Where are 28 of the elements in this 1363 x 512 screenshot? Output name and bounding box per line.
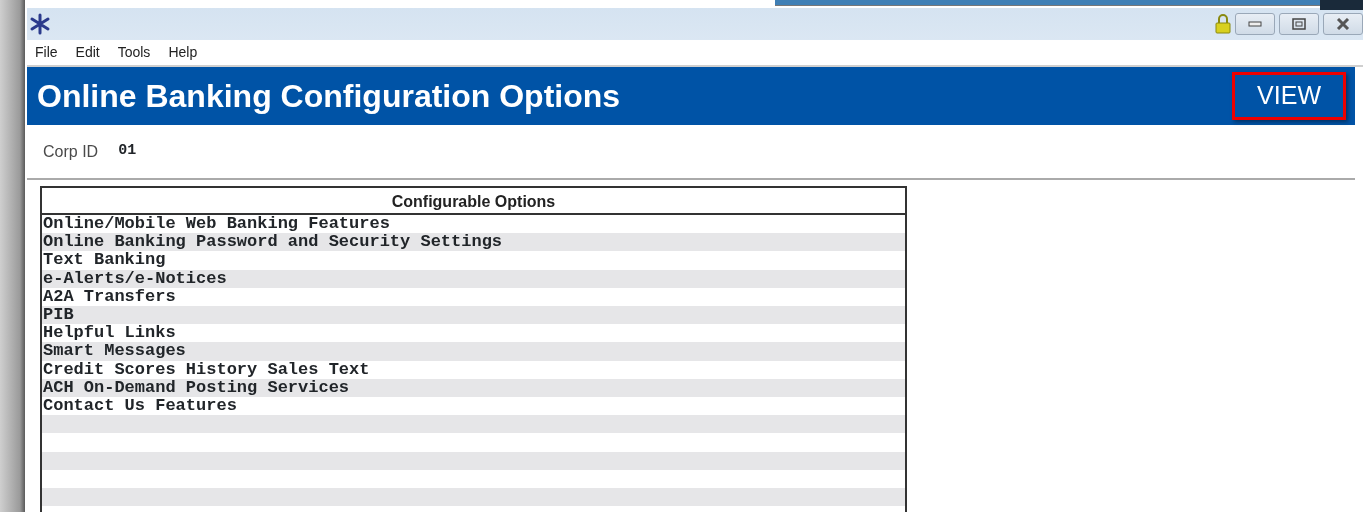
menu-item[interactable]: Edit	[75, 42, 100, 63]
option-item[interactable]: Credit Scores History Sales Text	[43, 360, 370, 379]
view-button[interactable]: VIEW	[1232, 72, 1346, 120]
option-item[interactable]: Contact Us Features	[43, 396, 237, 415]
option-item[interactable]: Text Banking	[43, 251, 166, 270]
page-title: Online Banking Configuration Options	[37, 76, 621, 116]
option-item[interactable]: PIB	[43, 305, 74, 324]
menu-item[interactable]: File	[35, 42, 58, 63]
option-item[interactable]: Helpful Links	[43, 324, 176, 343]
option-item[interactable]: A2A Transfers	[43, 287, 176, 306]
minimize-button[interactable]	[1235, 13, 1275, 35]
menu-item[interactable]: Help	[168, 42, 198, 63]
option-item[interactable]: Online Banking Password and Security Settings	[43, 233, 503, 252]
padlock-icon	[1215, 14, 1231, 34]
close-icon	[1336, 18, 1350, 30]
option-item[interactable]: e-Alerts/e-Notices	[43, 269, 227, 288]
maximize-button[interactable]	[1279, 13, 1319, 35]
option-item[interactable]: Smart Messages	[43, 342, 186, 361]
maximize-icon	[1292, 18, 1306, 30]
desktop-background	[1320, 0, 1363, 10]
corp-id-value: 01	[118, 141, 137, 162]
option-item[interactable]: ACH On-Demand Posting Services	[43, 378, 350, 397]
option-item[interactable]: Online/Mobile Web Banking Features	[43, 215, 390, 233]
close-button[interactable]	[1323, 13, 1363, 35]
corp-id-label: Corp ID	[43, 141, 99, 162]
menu-item[interactable]: Tools	[117, 42, 151, 63]
minimize-icon	[1248, 21, 1262, 27]
app-icon	[29, 13, 51, 35]
